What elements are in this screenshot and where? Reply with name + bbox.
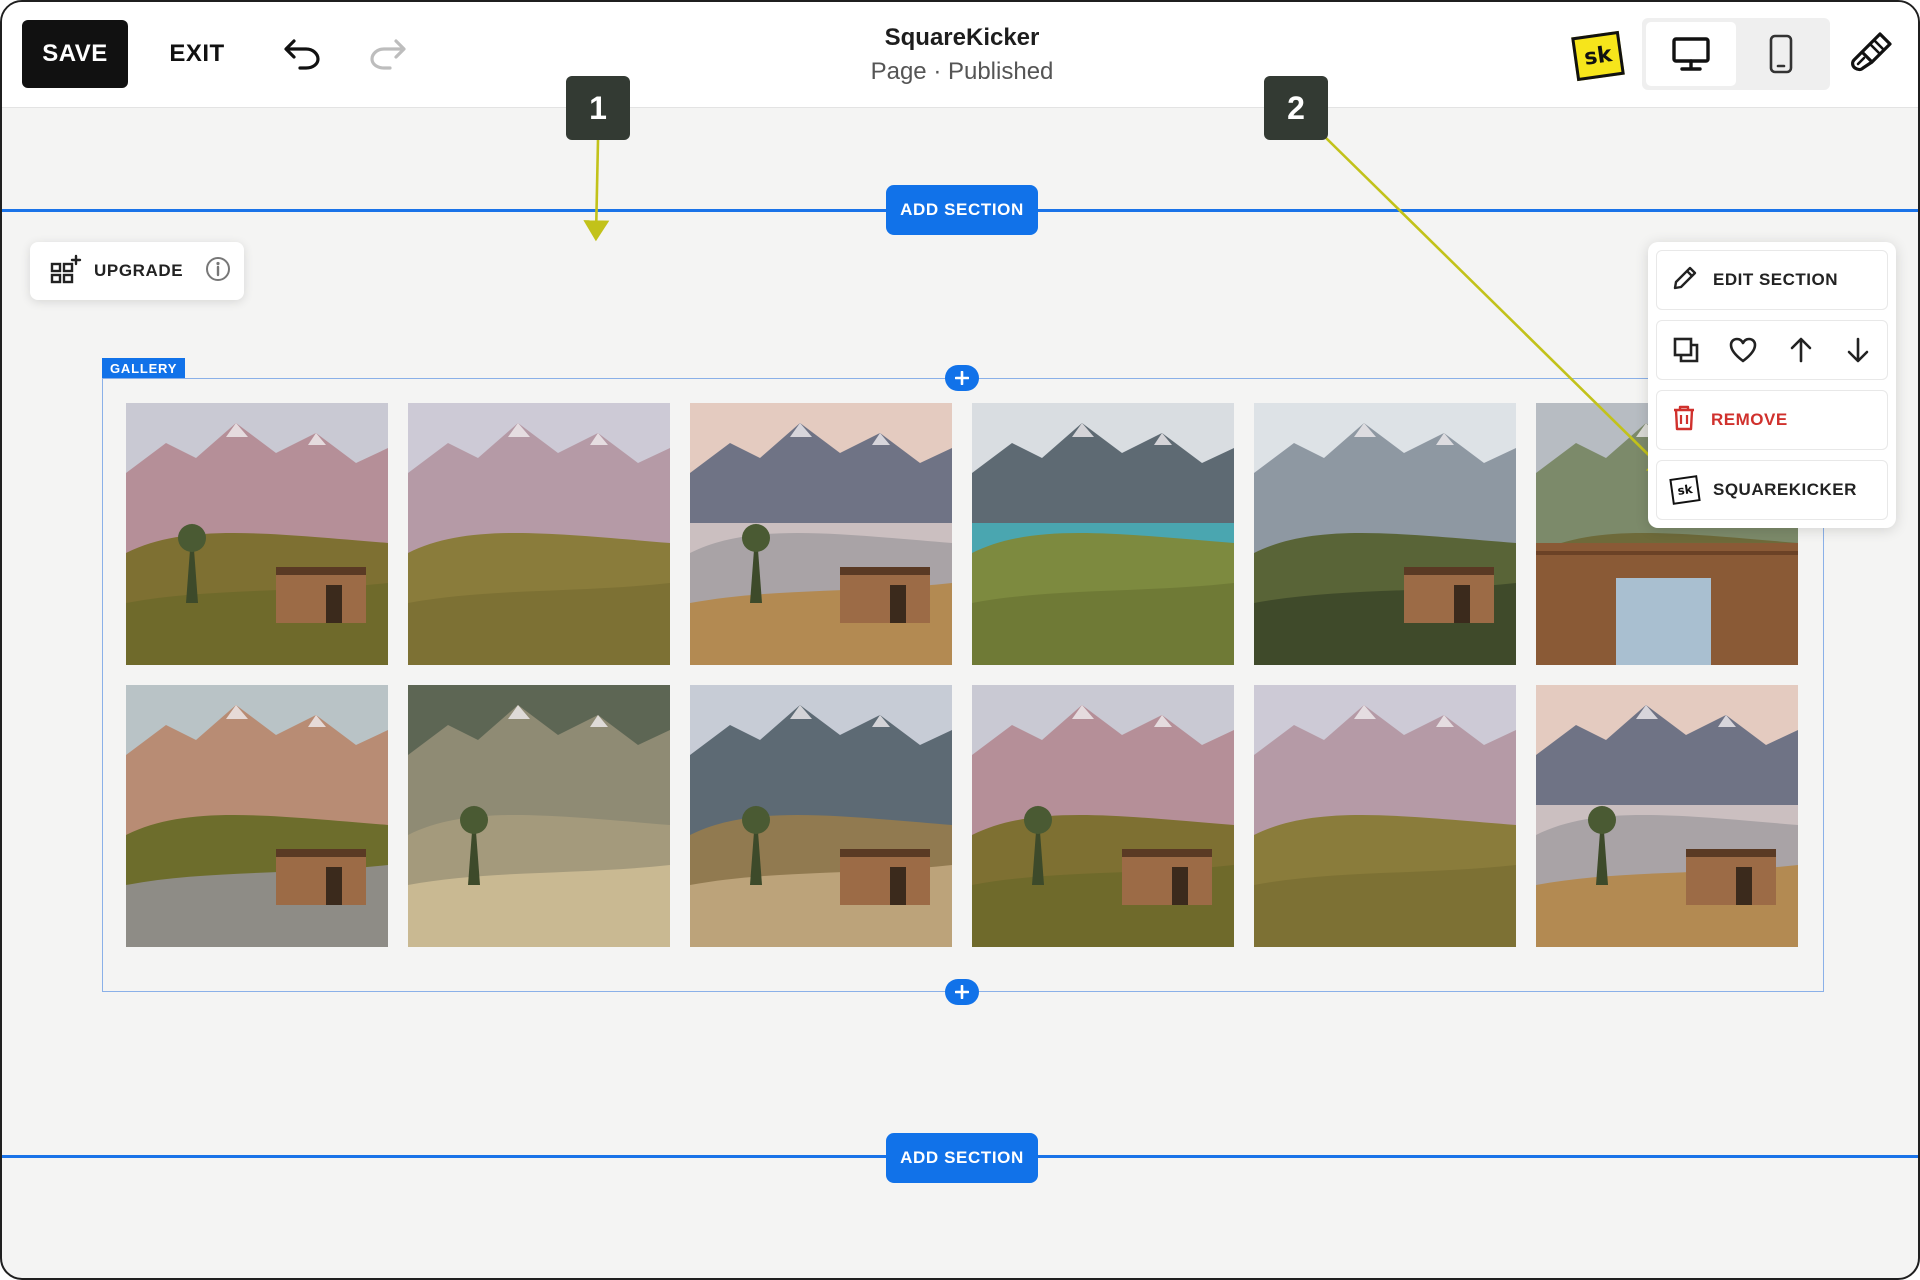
pencil-icon bbox=[1671, 264, 1699, 297]
section-quick-actions bbox=[1656, 320, 1888, 380]
callout-1-arrow bbox=[583, 139, 610, 242]
callout-arrows bbox=[583, 137, 1670, 476]
remove-label: REMOVE bbox=[1711, 410, 1788, 429]
arrow-down-icon[interactable] bbox=[1838, 330, 1878, 370]
callout-2-arrow bbox=[1325, 137, 1670, 476]
duplicate-icon[interactable] bbox=[1666, 330, 1706, 370]
editor-frame: SAVE EXIT SquareKicker Page · Published … bbox=[0, 0, 1920, 1280]
squarekicker-button[interactable]: sk SQUAREKICKER bbox=[1656, 460, 1888, 520]
section-action-menu: EDIT SECTION REMOVE sk SQUAREKICKER bbox=[1648, 242, 1896, 528]
callout-2: 2 bbox=[1264, 76, 1328, 140]
edit-section-label: EDIT SECTION bbox=[1713, 270, 1839, 289]
squarekicker-icon: sk bbox=[1669, 475, 1701, 505]
callout-1: 1 bbox=[566, 76, 630, 140]
trash-icon bbox=[1671, 404, 1697, 437]
heart-icon[interactable] bbox=[1723, 330, 1763, 370]
edit-section-button[interactable]: EDIT SECTION bbox=[1656, 250, 1888, 310]
arrow-up-icon[interactable] bbox=[1781, 330, 1821, 370]
remove-section-button[interactable]: REMOVE bbox=[1656, 390, 1888, 450]
squarekicker-label: SQUAREKICKER bbox=[1713, 480, 1857, 499]
